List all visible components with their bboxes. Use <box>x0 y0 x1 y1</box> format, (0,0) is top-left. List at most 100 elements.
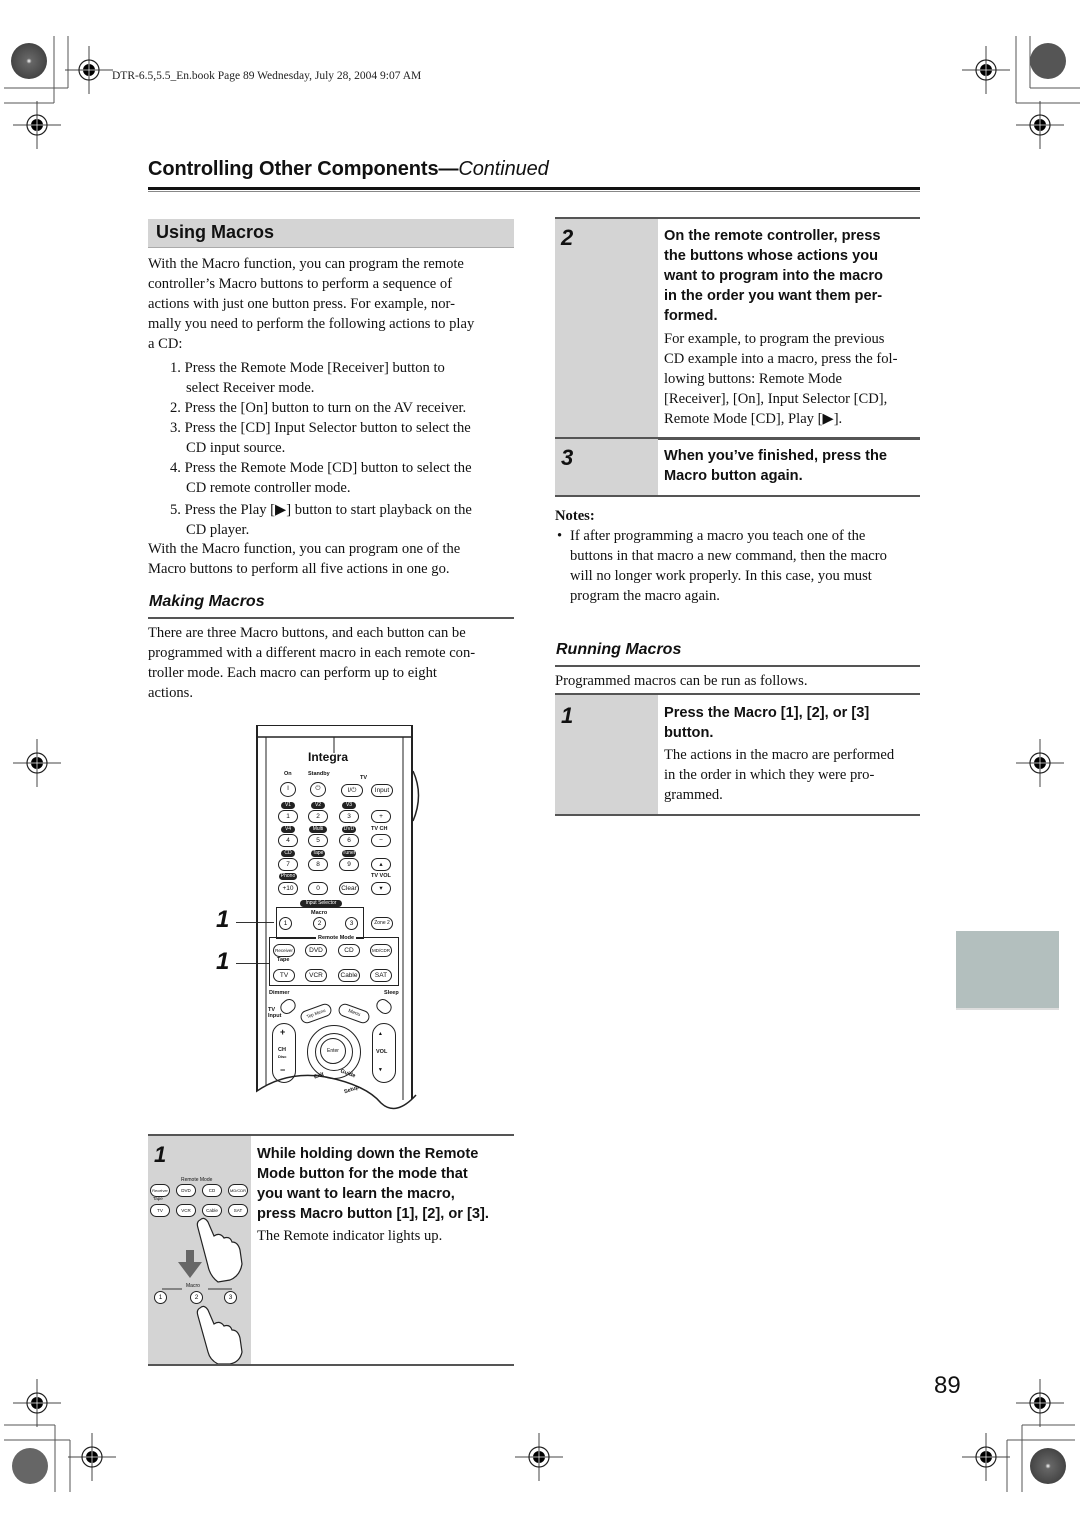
remote-mode-label: Remote Mode <box>316 935 357 941</box>
macro-3-button[interactable]: 3 <box>345 917 358 930</box>
number-key[interactable]: +10 <box>278 882 298 895</box>
number-key[interactable]: 3 <box>339 810 359 823</box>
illus-macro-1: 1 <box>154 1291 167 1304</box>
step-content: When you’ve finished, press the Macro bu… <box>664 446 920 486</box>
step-text: For example, to program the previous CD … <box>664 329 920 429</box>
making-macros-paragraph: There are three Macro buttons, and each … <box>148 623 518 703</box>
list-item: 3. Press the [CD] Input Selector button … <box>148 418 518 458</box>
mode-dvd-button[interactable]: DVD <box>305 944 327 957</box>
text-line: CD remote controller mode. <box>186 480 351 496</box>
text-line: select Receiver mode. <box>186 380 315 396</box>
title-rule <box>148 187 920 190</box>
starburst-mark <box>12 1448 48 1484</box>
step-heading-line: When you’ve finished, press the <box>664 448 888 464</box>
step-2-box: 2 On the remote controller, press the bu… <box>555 217 920 440</box>
page-title-continued: Continued <box>458 158 549 180</box>
number-key[interactable]: 5 <box>308 834 328 847</box>
section-heading: Using Macros <box>156 222 275 242</box>
text-line: With the Macro function, you can program… <box>148 541 461 557</box>
dimmer-label: Dimmer <box>269 990 290 996</box>
input-tag: Multi CH <box>309 826 327 839</box>
notes-list: • If after programming a macro you teach… <box>555 526 925 606</box>
callout-number: 1 <box>216 948 230 975</box>
clear-key[interactable]: Clear <box>339 882 359 895</box>
number-key[interactable]: 1 <box>278 810 298 823</box>
input-selector-label: Input Selector <box>300 900 342 907</box>
input-tag: V4 <box>281 826 295 833</box>
number-key[interactable]: 4 <box>278 834 298 847</box>
standby-button[interactable]: ⏻ <box>310 782 326 797</box>
note-item: • If after programming a macro you teach… <box>555 526 925 606</box>
tv-power-button[interactable]: I/⏻ <box>341 784 363 797</box>
remote-illustration: Integra On Standby TV I ⏻ I/⏻ Input V1 V… <box>256 725 420 1125</box>
tv-ch-down-button[interactable]: − <box>371 834 391 847</box>
mode-mdcdr-button[interactable]: MD/CDR <box>370 944 392 957</box>
mode-tv-button[interactable]: TV <box>273 969 295 982</box>
outro-paragraph: With the Macro function, you can program… <box>148 539 514 579</box>
step-text: The Remote indicator lights up. <box>257 1228 443 1244</box>
running-step-1-box: 1 Press the Macro [1], [2], or [3] butto… <box>555 693 920 816</box>
text-line: Press the Play [▶] button to start playb… <box>184 502 472 518</box>
number-key[interactable]: 0 <box>308 882 328 895</box>
text-line: Press the [On] button to turn on the AV … <box>184 400 467 416</box>
text-line: lowing buttons: Remote Mode <box>664 371 842 387</box>
starburst-mark <box>11 43 47 79</box>
macro-2-button[interactable]: 2 <box>313 917 326 930</box>
registration-mark <box>1015 1378 1065 1428</box>
page-number: 89 <box>934 1372 961 1399</box>
mode-receiver-button[interactable]: Receiver <box>273 944 295 957</box>
macro-1-button[interactable]: 1 <box>279 917 292 930</box>
disc-label: Disc <box>278 1054 287 1059</box>
step-content: Press the Macro [1], [2], or [3] button.… <box>664 703 920 805</box>
enter-button[interactable]: Enter <box>320 1038 346 1064</box>
step-heading-line: formed. <box>664 308 718 324</box>
ch-minus: − <box>280 1065 286 1075</box>
mode-vcr-button[interactable]: VCR <box>305 969 327 982</box>
text-line: will no longer work properly. In this ca… <box>570 568 872 584</box>
number-key[interactable]: 8 <box>308 858 328 871</box>
page-title-dash: — <box>438 158 459 180</box>
brand-logo: Integra <box>308 750 349 764</box>
step-heading-line: Mode button for the mode that <box>257 1166 468 1182</box>
chapter-tab <box>956 931 1059 1010</box>
step-heading-line: Press the Macro [1], [2], or [3] <box>664 705 870 721</box>
page-title: Controlling Other Components—Continued <box>148 158 549 181</box>
number-key[interactable]: 6 <box>339 834 359 847</box>
number-key[interactable]: 7 <box>278 858 298 871</box>
tv-vol-up-button[interactable]: ▴ <box>371 858 391 871</box>
text-line: buttons in that macro a new command, the… <box>570 548 887 564</box>
number-key[interactable]: 9 <box>339 858 359 871</box>
registration-mark <box>12 1378 62 1428</box>
text-line: Press the Remote Mode [Receiver] button … <box>184 360 445 376</box>
input-tag: Tuner <box>342 850 356 857</box>
text-line: With the Macro function, you can program… <box>148 256 464 272</box>
registration-mark <box>67 1432 117 1482</box>
tv-input-button[interactable]: Input <box>371 784 393 797</box>
list-item: 5. Press the Play [▶] button to start pl… <box>148 500 518 540</box>
mode-cable-button[interactable]: Cable <box>338 969 360 982</box>
tv-ch-label: TV CH <box>371 826 388 832</box>
step-1-illustration <box>162 1217 243 1364</box>
running-macros-intro: Programmed macros can be run as follows. <box>555 673 808 689</box>
text-line: The actions in the macro are performed <box>664 747 895 763</box>
vol-label: VOL <box>376 1049 388 1055</box>
step-heading-line: you want to learn the macro, <box>257 1186 455 1202</box>
number-key[interactable]: 2 <box>308 810 328 823</box>
tv-ch-up-button[interactable]: + <box>371 810 391 823</box>
zone2-button[interactable]: Zone 2 <box>371 917 393 930</box>
tv-label: TV <box>360 775 368 781</box>
step-text: The actions in the macro are performed i… <box>664 745 920 805</box>
registration-mark <box>64 45 114 95</box>
input-tag: Tape <box>311 850 325 857</box>
callout-number: 1 <box>216 906 230 933</box>
text-line: For example, to program the previous <box>664 331 885 347</box>
text-line: Press the [CD] Input Selector button to … <box>184 420 471 436</box>
mode-sat-button[interactable]: SAT <box>370 969 392 982</box>
list-item: 1. Press the Remote Mode [Receiver] butt… <box>148 358 518 398</box>
tv-vol-down-button[interactable]: ▾ <box>371 882 391 895</box>
mode-cd-button[interactable]: CD <box>338 944 360 957</box>
list-number: 1. <box>170 360 181 376</box>
step-3-box: 3 When you’ve finished, press the Macro … <box>555 437 920 497</box>
list-number: 4. <box>170 460 181 476</box>
on-button[interactable]: I <box>280 782 296 797</box>
